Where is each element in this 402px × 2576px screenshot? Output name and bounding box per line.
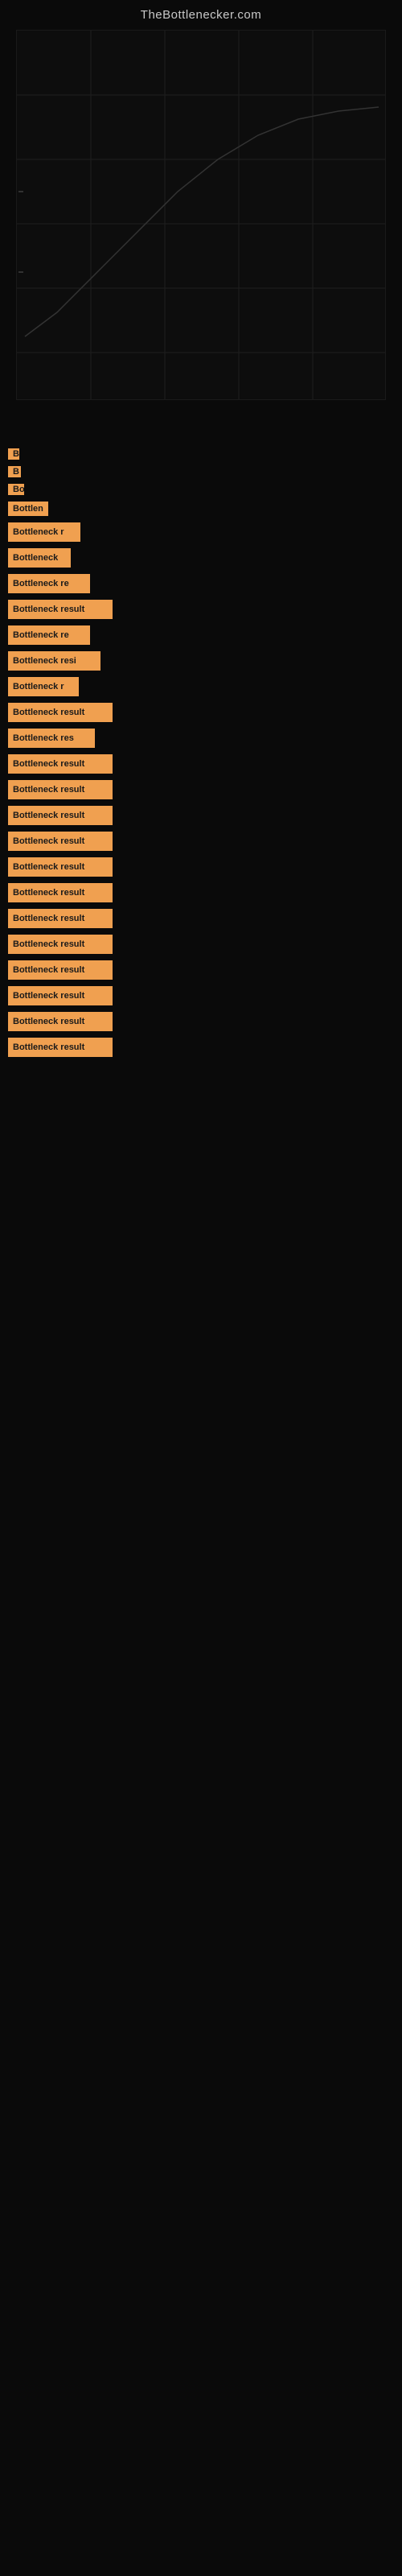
list-item: Bottleneck result [8, 600, 394, 619]
list-item: Bottleneck result [8, 857, 394, 877]
bottleneck-label: Bo [13, 485, 24, 494]
list-item: Bottleneck res [8, 729, 394, 748]
bottleneck-label: Bottleneck [13, 553, 58, 563]
bottleneck-label: Bottleneck re [13, 630, 69, 640]
bottleneck-label: Bottleneck res [13, 733, 74, 743]
bottleneck-list: BB Bo Bottlen Bottleneck r Bottleneck Bottlen… [0, 432, 402, 1080]
list-item: Bottleneck resi [8, 651, 394, 671]
bottleneck-label: Bottleneck result [13, 991, 84, 1001]
list-item: Bottleneck result [8, 1012, 394, 1031]
chart-svg [17, 31, 385, 399]
bottleneck-label: Bottleneck resi [13, 656, 76, 666]
bottleneck-label: Bottleneck result [13, 759, 84, 769]
bottleneck-label: Bottleneck r [13, 682, 64, 691]
list-item: Bottleneck result [8, 1038, 394, 1057]
list-item: Bottleneck result [8, 806, 394, 825]
list-item: Bottleneck result [8, 883, 394, 902]
bottleneck-label: B [13, 449, 19, 459]
bottleneck-label: Bottleneck result [13, 785, 84, 795]
bottleneck-label: Bottleneck result [13, 914, 84, 923]
list-item: B [8, 466, 394, 477]
list-item: Bottleneck result [8, 986, 394, 1005]
site-title: TheBottlenecker.com [0, 0, 402, 26]
list-item: Bottleneck result [8, 780, 394, 799]
chart-area [16, 30, 386, 400]
bottleneck-label: B [13, 467, 19, 477]
list-item: Bottleneck result [8, 909, 394, 928]
list-item: Bottleneck [8, 548, 394, 568]
bottleneck-label: Bottlen [13, 504, 43, 514]
list-item: Bottleneck result [8, 935, 394, 954]
bottleneck-label: Bottleneck result [13, 939, 84, 949]
bottleneck-label: Bottleneck result [13, 605, 84, 614]
bottleneck-label: Bottleneck r [13, 527, 64, 537]
list-item: Bottlen [8, 502, 394, 516]
bottleneck-label: Bottleneck result [13, 811, 84, 820]
bottleneck-label: Bottleneck result [13, 708, 84, 717]
list-item: Bo [8, 484, 394, 495]
bottleneck-label: Bottleneck re [13, 579, 69, 588]
list-item: Bottleneck re [8, 574, 394, 593]
list-item: Bottleneck r [8, 522, 394, 542]
list-item: Bottleneck result [8, 832, 394, 851]
bottleneck-label: Bottleneck result [13, 836, 84, 846]
bottleneck-label: Bottleneck result [13, 965, 84, 975]
list-item: Bottleneck result [8, 960, 394, 980]
bottleneck-label: Bottleneck result [13, 888, 84, 898]
bottleneck-label: Bottleneck result [13, 862, 84, 872]
list-item: Bottleneck result [8, 754, 394, 774]
bottleneck-label: Bottleneck result [13, 1042, 84, 1052]
list-item: B [8, 448, 394, 460]
list-item: Bottleneck r [8, 677, 394, 696]
list-item: Bottleneck re [8, 625, 394, 645]
list-item: Bottleneck result [8, 703, 394, 722]
bottleneck-label: Bottleneck result [13, 1017, 84, 1026]
page-wrapper: TheBottlenecker.com BB Bo Bottlen Bottlenec… [0, 0, 402, 1080]
